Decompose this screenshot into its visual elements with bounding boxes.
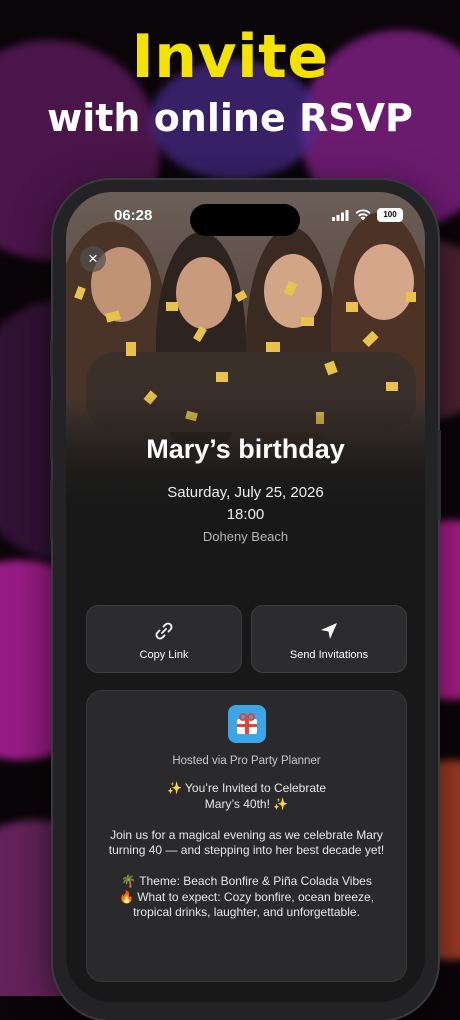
promo-subheadline: with online RSVP	[47, 96, 413, 140]
event-time: 18:00	[226, 506, 265, 523]
app-logo	[227, 705, 266, 743]
event-location: Doheny Beach	[202, 529, 289, 544]
dynamic-island	[190, 204, 300, 236]
status-icons: 100	[332, 208, 403, 222]
app-screen: 06:28 100 × Mary’s birthday Saturday, Ju…	[66, 192, 425, 1002]
wifi-icon	[355, 209, 371, 221]
invitation-card: Hosted via Pro Party Planner ✨ You’re In…	[86, 690, 407, 982]
event-date: Saturday, July 25, 2026	[167, 484, 324, 501]
hosted-by-text: Hosted via Pro Party Planner	[172, 755, 321, 767]
copy-link-button[interactable]: Copy Link	[86, 605, 242, 673]
cellular-icon	[332, 209, 349, 221]
paper-plane-icon	[321, 623, 337, 639]
send-invitations-button[interactable]: Send Invitations	[251, 605, 407, 673]
event-cover-photo	[66, 192, 425, 532]
event-title: Mary’s birthday	[146, 434, 345, 464]
send-invitations-label: Send Invitations	[289, 649, 369, 661]
close-button[interactable]: ×	[80, 246, 106, 272]
gift-icon	[236, 713, 257, 734]
link-icon	[155, 622, 173, 640]
close-icon: ×	[88, 249, 98, 268]
event-description: ✨ You’re Invited to Celebrate Mary’s 40t…	[108, 781, 385, 919]
copy-link-label: Copy Link	[139, 649, 189, 661]
phone-frame: 06:28 100 × Mary’s birthday Saturday, Ju…	[50, 180, 441, 1020]
promo-headline: Invite	[131, 22, 329, 92]
battery-icon: 100	[377, 208, 403, 222]
status-time: 06:28	[114, 207, 153, 224]
